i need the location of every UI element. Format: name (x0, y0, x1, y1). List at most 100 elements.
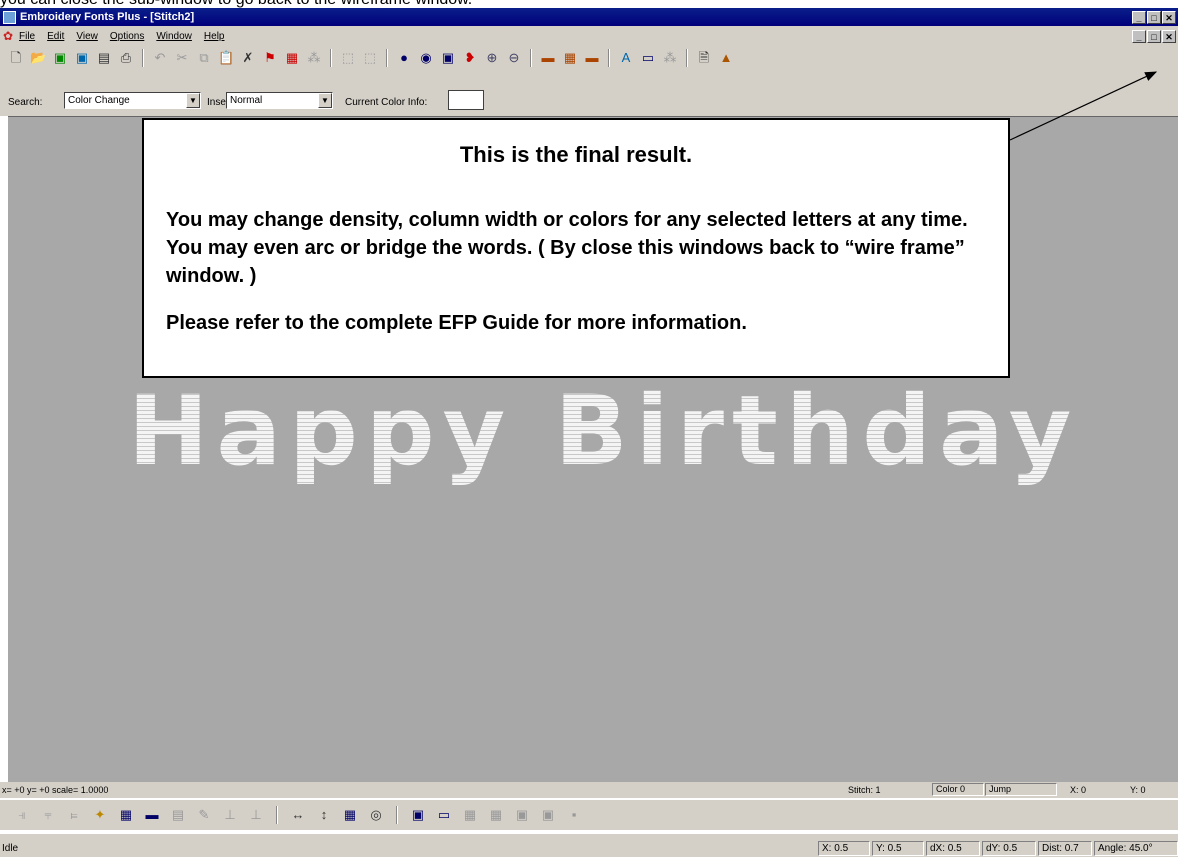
status-text: Idle (2, 843, 19, 854)
design-text: Happy Birthday (128, 376, 1079, 486)
open-green-icon[interactable]: ▣ (52, 50, 68, 66)
y-coordinate: Y: 0.5 (872, 841, 924, 856)
baseline-icon[interactable]: ⊥ (222, 807, 238, 823)
copy-icon[interactable]: ⧉ (196, 50, 212, 66)
globe-icon[interactable]: ◎ (368, 807, 384, 823)
grid-dots-icon[interactable]: ▦ (462, 807, 478, 823)
pen-icon[interactable]: ✎ (196, 807, 212, 823)
frame-icon[interactable]: ▭ (436, 807, 452, 823)
color-set-icon[interactable]: ▦ (562, 50, 578, 66)
color-readout: Color 0 (932, 783, 984, 796)
current-color-swatch[interactable] (448, 90, 484, 110)
menu-edit[interactable]: Edit (47, 31, 64, 42)
tool2-icon[interactable]: ▣ (540, 807, 556, 823)
pattern2-icon[interactable]: ⁂ (662, 50, 678, 66)
menu-help[interactable]: Help (204, 31, 225, 42)
x-coordinate: X: 0.5 (818, 841, 870, 856)
point-icon[interactable]: ● (396, 50, 412, 66)
view-frame-icon[interactable]: ▣ (440, 50, 456, 66)
new-icon[interactable]: 🗋 (8, 50, 24, 66)
bottom-toolbar: ⫣ ⫧ ⫢ ✦ ▦ ▬ ▤ ✎ ⊥ ⊥ ↔ ↕ ▦ ◎ ▣ ▭ ▦ ▦ ▣ ▣ … (0, 800, 1178, 830)
stitch-edit-icon[interactable]: ✦ (92, 807, 108, 823)
undo-icon[interactable]: ↶ (152, 50, 168, 66)
view-red-icon[interactable]: ❥ (462, 50, 478, 66)
coords-readout: x= +0 y= +0 scale= 1.0000 (2, 785, 109, 795)
grid-dots2-icon[interactable]: ▦ (488, 807, 504, 823)
callout-title: This is the final result. (459, 142, 693, 167)
doc-restore-button[interactable]: □ (1147, 29, 1161, 43)
document-icon[interactable]: ✿ (3, 30, 15, 42)
frame-icon[interactable]: ▭ (640, 50, 656, 66)
minimize-button[interactable]: _ (1132, 10, 1146, 24)
grid-view-icon[interactable]: ▦ (118, 807, 134, 823)
search-toolbar: Search: Color Change ▼ Insert: Normal ▼ … (0, 70, 1178, 116)
font-icon[interactable]: A (618, 50, 634, 66)
align-left-icon[interactable]: ⫣ (14, 807, 30, 823)
toolbar-separator (686, 49, 688, 67)
design-text-stitches[interactable]: Happy Birthday (128, 376, 1088, 486)
insert-select[interactable]: Normal ▼ (226, 92, 333, 109)
cut-icon[interactable]: ✂ (174, 50, 190, 66)
zoom-in-icon[interactable]: ⊕ (484, 50, 500, 66)
align-right-icon[interactable]: ⫢ (66, 807, 82, 823)
save-icon[interactable]: ▤ (96, 50, 112, 66)
chevron-down-icon[interactable]: ▼ (186, 93, 200, 108)
color-load-icon[interactable]: ▬ (540, 50, 556, 66)
open-blue-icon[interactable]: ▣ (74, 50, 90, 66)
monitor-icon[interactable]: ▣ (410, 807, 426, 823)
stitch-type-readout: Jump (985, 783, 1057, 796)
main-toolbar: 🗋 📂 ▣ ▣ ▤ ⎙ ↶ ✂ ⧉ 📋 ✗ ⚑ ▦ ⁂ ⬚ ⬚ ● ◉ ▣ ❥ … (0, 46, 1178, 70)
baseline2-icon[interactable]: ⊥ (248, 807, 264, 823)
maximize-button[interactable]: □ (1147, 10, 1161, 24)
select2-icon[interactable]: ⬚ (362, 50, 378, 66)
toolbar-separator (608, 49, 610, 67)
stitch-red-icon[interactable]: ⚑ (262, 50, 278, 66)
open-icon[interactable]: 📂 (30, 50, 46, 66)
menu-bar: ✿ File Edit View Options Window Help _ □… (0, 26, 1178, 46)
current-color-label: Current Color Info: (345, 97, 428, 108)
x-readout: X: 0 (1070, 785, 1087, 795)
search-select-value: Color Change (68, 95, 130, 106)
delete-icon[interactable]: ✗ (240, 50, 256, 66)
image-icon[interactable]: ▲ (718, 50, 734, 66)
search-select[interactable]: Color Change ▼ (64, 92, 201, 109)
menu-options[interactable]: Options (110, 31, 144, 42)
doc-icon[interactable]: 🗎 (696, 50, 712, 66)
y-readout: Y: 0 (1130, 785, 1146, 795)
status-info-bar: x= +0 y= +0 scale= 1.0000 Stitch: 1 Colo… (0, 782, 1178, 798)
menu-file[interactable]: File (19, 31, 35, 42)
vertical-arrow-icon[interactable]: ↕ (316, 807, 332, 823)
align-center-icon[interactable]: ⫧ (40, 807, 56, 823)
distance-readout: Dist: 0.7 (1038, 841, 1092, 856)
callout-note: Please refer to the complete EFP Guide f… (166, 312, 747, 334)
menu-view[interactable]: View (76, 31, 98, 42)
paste-icon[interactable]: 📋 (218, 50, 234, 66)
callout-body: You may change density, column width or … (166, 209, 968, 287)
table-icon[interactable]: ▤ (170, 807, 186, 823)
close-button[interactable]: ✕ (1162, 10, 1176, 24)
film-icon[interactable]: ▦ (342, 807, 358, 823)
view-eye-icon[interactable]: ◉ (418, 50, 434, 66)
callout-box: This is the final result. You may change… (142, 118, 1010, 378)
chevron-down-icon[interactable]: ▼ (318, 93, 332, 108)
tool3-icon[interactable]: ▪ (566, 807, 582, 823)
select-icon[interactable]: ⬚ (340, 50, 356, 66)
toolbar-separator (396, 806, 398, 824)
toolbar-separator (330, 49, 332, 67)
window-view-icon[interactable]: ▬ (144, 807, 160, 823)
menu-window[interactable]: Window (156, 31, 192, 42)
stitch-grid-icon[interactable]: ▦ (284, 50, 300, 66)
pattern-icon[interactable]: ⁂ (306, 50, 322, 66)
print-icon[interactable]: ⎙ (118, 50, 134, 66)
doc-close-button[interactable]: ✕ (1162, 29, 1176, 43)
tool-icon[interactable]: ▣ (514, 807, 530, 823)
color-save-icon[interactable]: ▬ (584, 50, 600, 66)
dx-coordinate: dX: 0.5 (926, 841, 980, 856)
horizontal-arrow-icon[interactable]: ↔ (290, 807, 306, 823)
toolbar-separator (142, 49, 144, 67)
dy-coordinate: dY: 0.5 (982, 841, 1036, 856)
doc-minimize-button[interactable]: _ (1132, 29, 1146, 43)
zoom-out-icon[interactable]: ⊖ (506, 50, 522, 66)
title-bar: Embroidery Fonts Plus - [Stitch2] _ □ ✕ (0, 8, 1178, 26)
insert-select-value: Normal (230, 95, 263, 106)
